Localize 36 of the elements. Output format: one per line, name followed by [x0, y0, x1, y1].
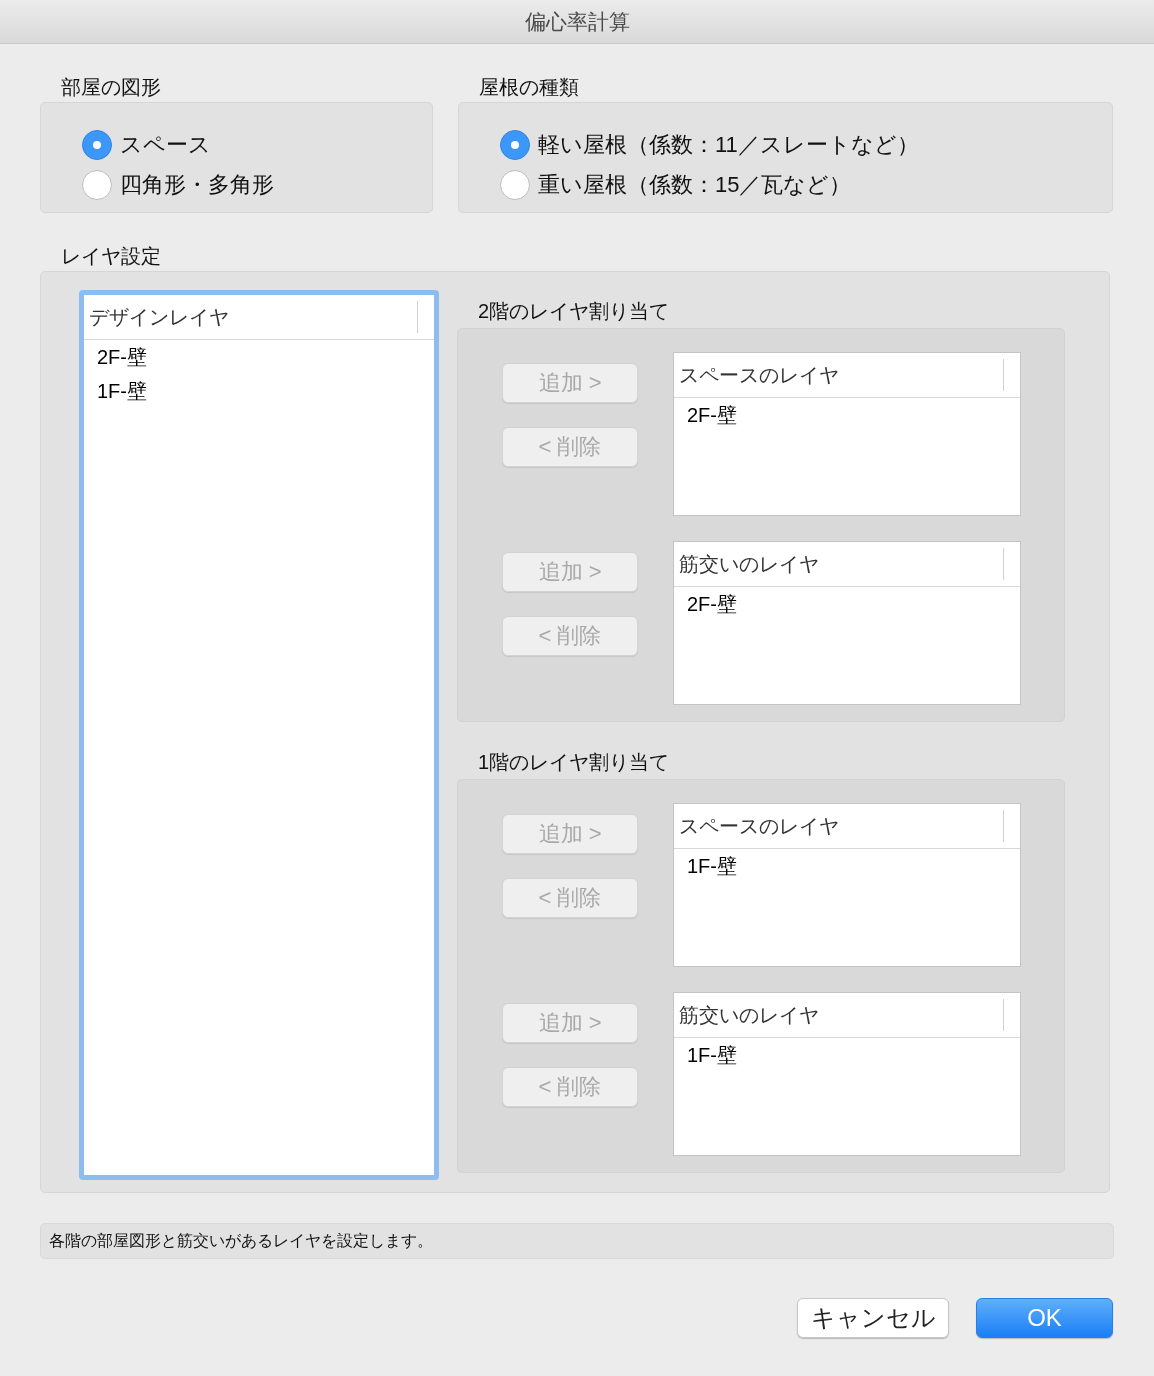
cancel-button[interactable]: キャンセル [797, 1298, 949, 1338]
design-layer-list[interactable]: デザインレイヤ 2F-壁 1F-壁 [79, 290, 439, 1180]
radio-option[interactable]: 四角形・多角形 [82, 165, 432, 205]
window-title: 偏心率計算 [524, 8, 630, 35]
radio-label: 重い屋根（係数：15／瓦など） [538, 171, 852, 199]
radio-button[interactable] [82, 130, 112, 160]
radio-button[interactable] [82, 170, 112, 200]
column-header: スペースのレイヤ [679, 813, 839, 839]
column-header: 筋交いのレイヤ [679, 551, 819, 577]
floor-label: 2階のレイヤ割り当て [477, 299, 671, 324]
radio-button[interactable] [500, 130, 530, 160]
list-item[interactable]: 2F-壁 [674, 587, 1020, 621]
radio-option[interactable]: 重い屋根（係数：15／瓦など） [500, 165, 1112, 205]
radio-option[interactable]: スペース [82, 125, 432, 165]
radio-option[interactable]: 軽い屋根（係数：11／スレートなど） [500, 125, 1112, 165]
list-item[interactable]: 1F-壁 [674, 1038, 1020, 1072]
column-header: デザインレイヤ [89, 304, 229, 330]
status-text: 各階の部屋図形と筋交いがあるレイヤを設定します。 [49, 1230, 433, 1251]
list-item[interactable]: 2F-壁 [84, 340, 434, 374]
column-header: スペースのレイヤ [679, 362, 839, 388]
group-label: 部屋の図形 [60, 75, 162, 100]
radio-label: 軽い屋根（係数：11／スレートなど） [538, 131, 919, 159]
radio-button[interactable] [500, 170, 530, 200]
radio-label: 四角形・多角形 [120, 171, 274, 199]
radio-label: スペース [120, 131, 211, 159]
floor-label: 1階のレイヤ割り当て [477, 750, 671, 775]
section-label: レイヤ設定 [60, 244, 162, 269]
group-label: 屋根の種類 [478, 75, 580, 100]
list-item[interactable]: 1F-壁 [84, 374, 434, 408]
layer-list[interactable]: 筋交いのレイヤ 2F-壁 [673, 541, 1021, 705]
layer-list[interactable]: スペースのレイヤ 1F-壁 [673, 803, 1021, 967]
list-item[interactable]: 2F-壁 [674, 398, 1020, 432]
layer-list[interactable]: 筋交いのレイヤ 1F-壁 [673, 992, 1021, 1156]
layer-list[interactable]: スペースのレイヤ 2F-壁 [673, 352, 1021, 516]
list-item[interactable]: 1F-壁 [674, 849, 1020, 883]
column-header: 筋交いのレイヤ [679, 1002, 819, 1028]
